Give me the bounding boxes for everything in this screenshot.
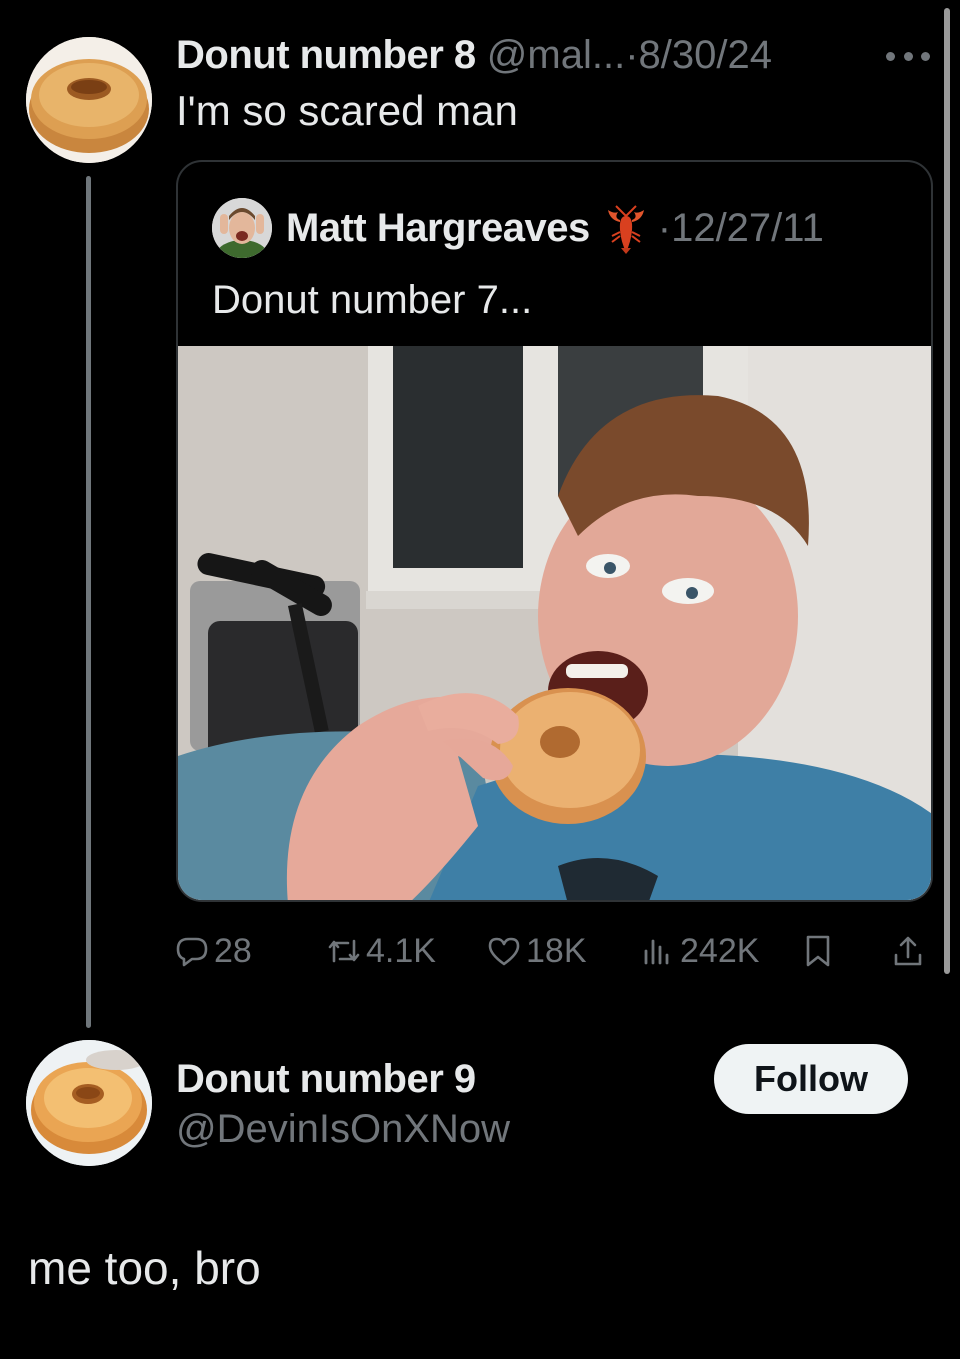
bookmark-icon [806,935,830,967]
repost-button[interactable]: 4.1K [326,926,436,976]
reply-count: 28 [214,931,252,970]
views-icon [644,939,669,965]
author-name[interactable]: Donut number 9 [176,1054,476,1104]
author-name[interactable]: Donut number 8 [176,33,476,77]
quote-card[interactable]: Matt Hargreaves ·12/27/11 Donut number 7… [176,160,933,902]
thread-line [86,176,91,1028]
more-icon[interactable] [886,46,930,66]
like-button[interactable]: 18K [486,926,587,976]
bookmark-button[interactable] [800,926,840,976]
author-handle[interactable]: @DevinIsOnXNow [176,1104,510,1154]
avatar[interactable] [26,37,152,163]
post-date[interactable]: 8/30/24 [639,33,772,77]
quote-text: Donut number 7... [212,278,533,322]
repost-count: 4.1K [366,931,436,970]
share-button[interactable] [890,926,930,976]
follow-button[interactable]: Follow [714,1044,908,1114]
reply-icon [176,937,208,967]
lobster-emoji [604,202,648,254]
quote-author-name: Matt Hargreaves [286,206,590,250]
action-bar: 28 4.1K 18K 242K [0,926,960,976]
post-text: I'm so scared man [176,87,518,134]
quote-media-photo[interactable] [178,346,931,900]
scrollbar[interactable] [944,8,950,974]
post-header: Donut number 8 @mal...·8/30/24 [176,30,772,80]
retweet-icon [328,939,360,963]
post-text: me too, bro [28,1242,261,1294]
quote-date: 12/27/11 [671,206,824,250]
views-button[interactable]: 242K [640,926,759,976]
reply-button[interactable]: 28 [174,926,252,976]
share-icon [894,936,922,966]
avatar[interactable] [26,1040,152,1166]
quote-avatar [212,198,272,258]
views-count: 242K [680,931,760,970]
separator: · [625,33,639,77]
separator: · [657,206,672,250]
like-count: 18K [526,931,587,970]
quote-header: Matt Hargreaves ·12/27/11 [286,202,824,254]
like-icon [488,937,520,966]
author-handle[interactable]: @mal... [487,33,625,77]
